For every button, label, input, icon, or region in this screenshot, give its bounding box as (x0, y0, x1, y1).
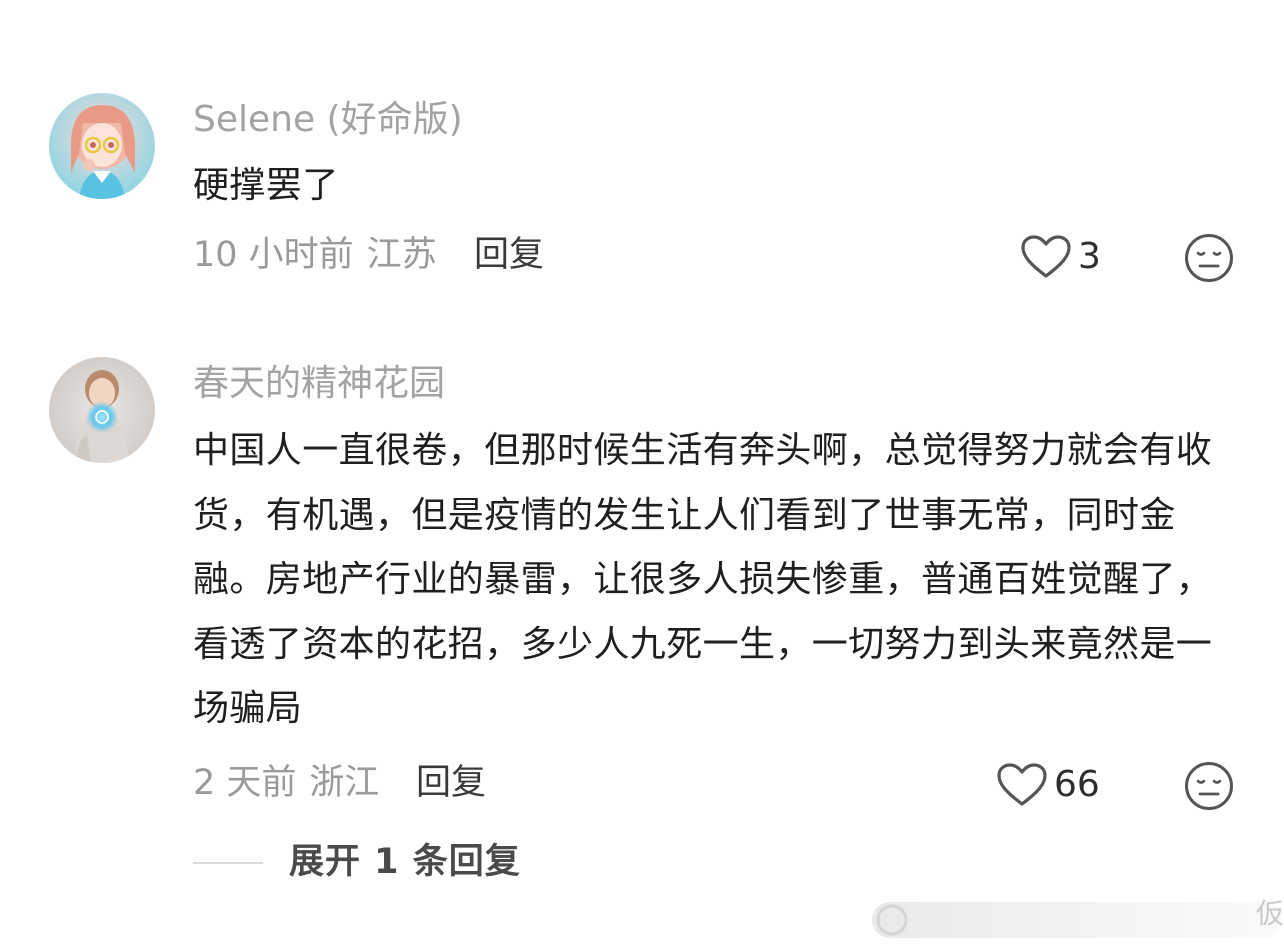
avatar-illustration (49, 357, 155, 463)
comment-username[interactable]: 春天的精神花园 (193, 366, 445, 402)
dislike-button[interactable] (1184, 233, 1234, 283)
comment-time: 10 小时前 (193, 235, 354, 275)
heart-outline-icon (997, 763, 1047, 806)
comment-meta: 2 天前 浙江 (193, 766, 379, 801)
dislike-button[interactable] (1184, 761, 1234, 811)
comment-meta: 10 小时前 江苏 (193, 238, 437, 273)
comment-text: 硬撑罢了 (193, 165, 339, 206)
reply-button[interactable]: 回复 (474, 238, 544, 273)
heart-outline-icon (1021, 235, 1071, 278)
like-button[interactable]: 3 (1020, 234, 1101, 280)
neutral-face-icon (1185, 234, 1233, 282)
expand-divider (193, 861, 263, 864)
avatar[interactable] (49, 93, 155, 199)
comment-text: 中国人一直很卷，但那时候生活有奔头啊，总觉得努力就会有收货，有机遇，但是疫情的发… (193, 430, 1213, 729)
comment-username[interactable]: Selene (好命版) (193, 102, 463, 138)
watermark-shape (872, 902, 1282, 938)
comment-location: 浙江 (309, 763, 380, 803)
expand-replies-label: 展开 1 条回复 (289, 842, 521, 882)
reply-button[interactable]: 回复 (416, 766, 486, 801)
avatar[interactable] (49, 357, 155, 463)
like-count: 66 (1054, 764, 1100, 805)
comment-time: 2 天前 (193, 763, 297, 803)
like-button[interactable]: 66 (996, 762, 1100, 808)
watermark-text: 仮 (1255, 897, 1284, 930)
neutral-face-icon (1185, 762, 1233, 810)
avatar-illustration (49, 93, 155, 199)
expand-replies-button[interactable]: 展开 1 条回复 (193, 845, 521, 880)
like-count: 3 (1078, 236, 1101, 277)
comment-location: 江苏 (366, 235, 437, 275)
